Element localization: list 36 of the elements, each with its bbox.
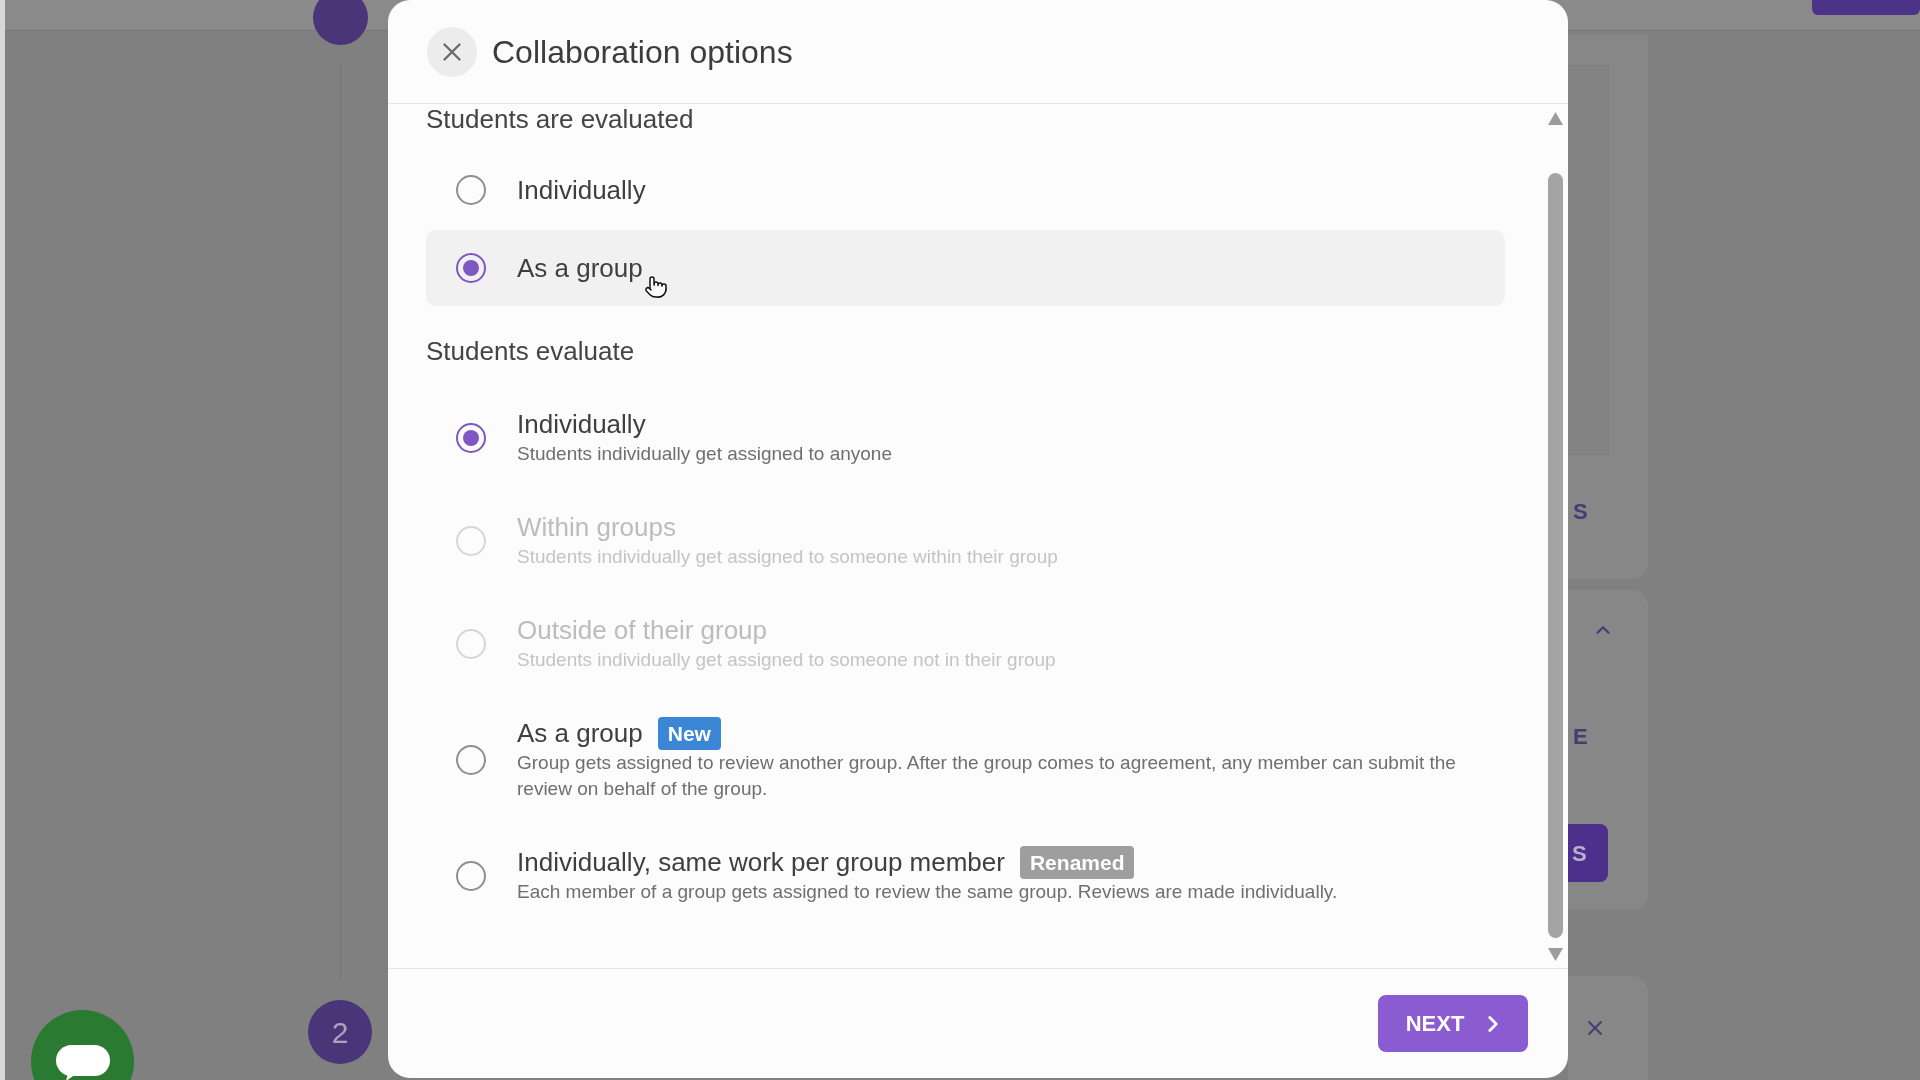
option-row[interactable]: As a group bbox=[426, 230, 1505, 306]
chat-icon bbox=[55, 1045, 110, 1080]
step-marker bbox=[312, 0, 368, 45]
card-action-button[interactable]: S bbox=[1568, 824, 1608, 882]
option-label: Individually, same work per group member bbox=[517, 847, 1005, 877]
option-description: Students individually get assigned to someone not in their group bbox=[517, 648, 1056, 672]
option-label: Individually bbox=[517, 175, 646, 205]
label-badge: New bbox=[657, 716, 721, 750]
section-heading: Students are evaluated bbox=[426, 104, 695, 134]
option-label: Within groups bbox=[517, 512, 676, 542]
dialog-title: Collaboration options bbox=[492, 32, 793, 71]
scrollbar-thumb[interactable] bbox=[1548, 173, 1563, 938]
close-button[interactable] bbox=[427, 26, 477, 77]
scroll-down-icon[interactable] bbox=[1548, 948, 1563, 961]
card-text: E bbox=[1572, 723, 1589, 751]
option-label: Individually bbox=[517, 409, 646, 439]
section-heading: Students evaluate bbox=[426, 336, 636, 366]
next-button[interactable]: NEXT bbox=[1378, 995, 1528, 1052]
radio-button[interactable] bbox=[456, 861, 486, 891]
option-label: As a group bbox=[517, 718, 643, 748]
radio-button[interactable] bbox=[456, 253, 486, 283]
hand-cursor-icon bbox=[643, 275, 668, 299]
label-badge: Renamed bbox=[1019, 845, 1135, 879]
option-description: Students individually get assigned to anyone bbox=[517, 442, 892, 466]
step-number: 2 bbox=[308, 1000, 372, 1064]
option-label: Outside of their group bbox=[517, 615, 768, 645]
scroll-up-icon[interactable] bbox=[1548, 112, 1563, 125]
option-description: Each member of a group gets assigned to review the same group. Reviews are made individually. bbox=[517, 880, 1338, 904]
option-description: Group gets assigned to review another group. After the group comes to agreement, any member can submit the review on behalf of the group. bbox=[517, 751, 1457, 801]
radio-button[interactable] bbox=[456, 745, 486, 775]
option-label: As a group bbox=[517, 253, 643, 283]
card-text: S bbox=[1572, 498, 1589, 526]
option-row[interactable]: Individually bbox=[426, 152, 1505, 228]
option-description: Students individually get assigned to someone within their group bbox=[517, 545, 1058, 569]
radio-button[interactable] bbox=[456, 423, 486, 453]
radio-button[interactable] bbox=[456, 175, 486, 205]
